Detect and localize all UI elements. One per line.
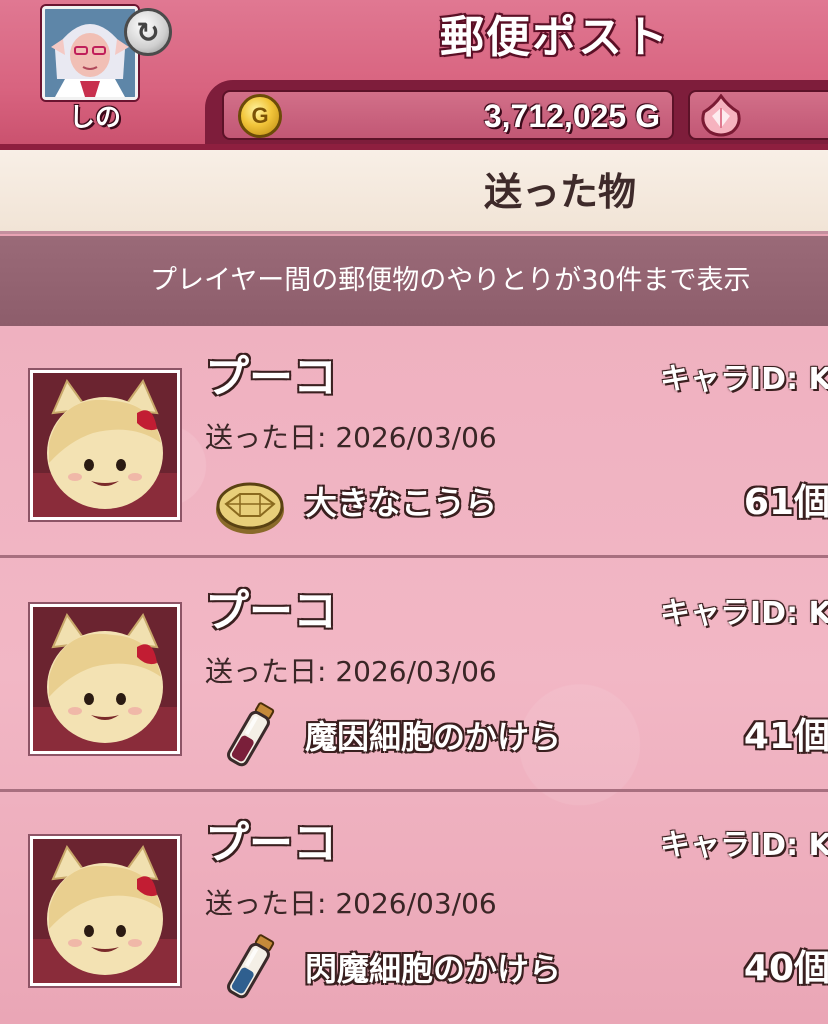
cat-character-icon — [33, 607, 177, 751]
chara-id-label: キャラID: K — [660, 596, 828, 631]
sender-name: プーコ — [205, 818, 337, 869]
sender-avatar[interactable] — [30, 604, 180, 754]
row-divider — [0, 555, 828, 558]
row-divider — [0, 789, 828, 792]
sent-date: 送った日: 2026/03/06 — [205, 421, 497, 454]
page-title: 郵便ポスト — [440, 12, 670, 63]
sent-date: 送った日: 2026/03/06 — [205, 655, 497, 688]
sent-date: 送った日: 2026/03/06 — [205, 887, 497, 920]
item-name: 大きなこうら — [305, 484, 498, 522]
gold-coin-icon: G — [238, 94, 282, 138]
player-avatar[interactable] — [42, 6, 138, 100]
item-name: 魔因細胞のかけら — [305, 718, 562, 756]
item-name: 閃魔細胞のかけら — [305, 950, 562, 988]
sender-name: プーコ — [205, 352, 337, 403]
chara-id-label: キャラID: K — [660, 362, 828, 397]
cat-character-icon — [33, 373, 177, 517]
player-name: しの — [68, 103, 121, 133]
sender-avatar[interactable] — [30, 370, 180, 520]
gold-amount: 3,712,025 G — [483, 98, 660, 134]
gem-icon — [701, 94, 741, 137]
sender-name: プーコ — [205, 586, 337, 637]
item-count: 41個 — [743, 716, 828, 757]
section-header — [0, 150, 828, 234]
chara-id-label: キャラID: K — [660, 828, 828, 863]
sent-mail-list[interactable]: プーコ キャラID: K 送った日: 2026/03/06 大きなこうら 61個… — [0, 326, 828, 1024]
item-count: 40個 — [743, 948, 828, 989]
shell-icon — [216, 482, 284, 534]
blue-vial-icon — [227, 934, 275, 999]
section-title: 送った物 — [483, 170, 636, 214]
switch-character-icon[interactable]: ↻ — [124, 8, 172, 56]
item-count: 61個 — [743, 482, 828, 523]
player-portrait-icon — [45, 9, 135, 97]
red-vial-icon — [227, 702, 275, 767]
info-message: プレイヤー間の郵便物のやりとりが30件まで表示 — [150, 265, 751, 296]
sender-avatar[interactable] — [30, 836, 180, 986]
cat-character-icon — [33, 839, 177, 983]
